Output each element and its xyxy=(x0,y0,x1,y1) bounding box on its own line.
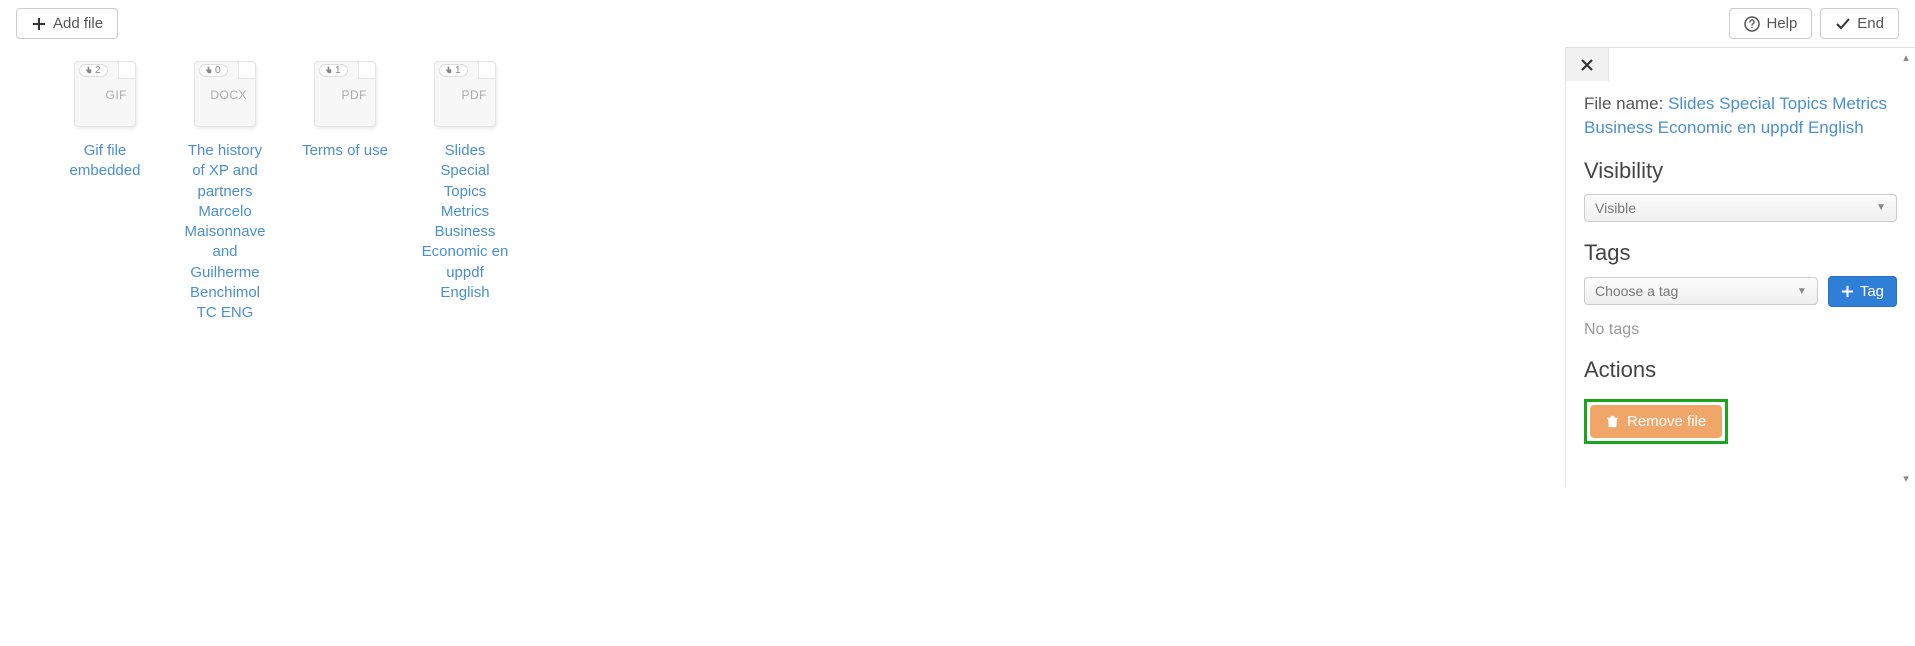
download-count-badge: 1 xyxy=(439,64,468,77)
files-grid: 2 GIF Gif file embedded 0 DOCX The histo… xyxy=(0,47,1565,487)
file-title: Terms of use xyxy=(302,141,388,161)
file-ext: GIF xyxy=(106,88,128,102)
close-panel-button[interactable] xyxy=(1565,47,1609,81)
file-ext: DOCX xyxy=(210,88,247,102)
pointer-icon xyxy=(84,66,93,75)
plus-icon xyxy=(1841,285,1854,298)
visibility-select[interactable]: Visible ▼ xyxy=(1584,194,1897,222)
file-thumb: 1 PDF xyxy=(314,61,376,127)
close-icon xyxy=(1580,58,1594,72)
help-label: Help xyxy=(1766,15,1797,32)
question-icon xyxy=(1744,16,1760,32)
pointer-icon xyxy=(324,66,333,75)
filename-line: File name: Slides Special Topics Metrics… xyxy=(1584,92,1897,140)
file-card[interactable]: 0 DOCX The history of XP and partners Ma… xyxy=(180,61,270,323)
scroll-down-icon[interactable]: ▾ xyxy=(1899,471,1913,485)
remove-label: Remove file xyxy=(1627,413,1706,430)
file-thumb: 2 GIF xyxy=(74,61,136,127)
download-count-badge: 1 xyxy=(319,64,348,77)
tag-placeholder: Choose a tag xyxy=(1595,283,1678,299)
file-card[interactable]: 2 GIF Gif file embedded xyxy=(60,61,150,182)
end-label: End xyxy=(1857,15,1884,32)
remove-file-button[interactable]: Remove file xyxy=(1590,405,1722,438)
chevron-down-icon: ▼ xyxy=(1876,202,1886,213)
scroll-up-icon[interactable]: ▴ xyxy=(1899,50,1913,64)
actions-heading: Actions xyxy=(1584,357,1897,383)
file-ext: PDF xyxy=(342,88,368,102)
check-icon xyxy=(1835,16,1851,32)
file-title: The history of XP and partners Marcelo M… xyxy=(180,141,270,323)
add-file-button[interactable]: Add file xyxy=(16,8,118,39)
pointer-icon xyxy=(444,66,453,75)
main: 2 GIF Gif file embedded 0 DOCX The histo… xyxy=(0,47,1915,487)
help-button[interactable]: Help xyxy=(1729,8,1812,39)
file-card[interactable]: 1 PDF Terms of use xyxy=(300,61,390,161)
trash-icon xyxy=(1606,415,1619,428)
add-tag-button[interactable]: Tag xyxy=(1828,276,1897,307)
filename-label: File name: xyxy=(1584,94,1668,113)
tag-select[interactable]: Choose a tag ▼ xyxy=(1584,277,1818,305)
file-ext: PDF xyxy=(462,88,488,102)
file-thumb: 1 PDF xyxy=(434,61,496,127)
visibility-heading: Visibility xyxy=(1584,158,1897,184)
tag-btn-label: Tag xyxy=(1860,283,1884,300)
no-tags-text: No tags xyxy=(1584,321,1897,339)
end-button[interactable]: End xyxy=(1820,8,1899,39)
tags-heading: Tags xyxy=(1584,240,1897,266)
pointer-icon xyxy=(204,66,213,75)
plus-icon xyxy=(31,16,47,32)
chevron-down-icon: ▼ xyxy=(1797,286,1807,297)
details-panel: ▴ ▾ File name: Slides Special Topics Met… xyxy=(1565,47,1915,487)
add-file-label: Add file xyxy=(53,15,103,32)
remove-highlight: Remove file xyxy=(1584,399,1728,444)
visibility-value: Visible xyxy=(1595,200,1636,216)
download-count-badge: 2 xyxy=(79,64,108,77)
toolbar: Add file Help End xyxy=(0,0,1915,47)
file-thumb: 0 DOCX xyxy=(194,61,256,127)
file-title: Slides Special Topics Metrics Business E… xyxy=(420,141,510,303)
file-title: Gif file embedded xyxy=(60,141,150,182)
download-count-badge: 0 xyxy=(199,64,228,77)
file-card[interactable]: 1 PDF Slides Special Topics Metrics Busi… xyxy=(420,61,510,303)
